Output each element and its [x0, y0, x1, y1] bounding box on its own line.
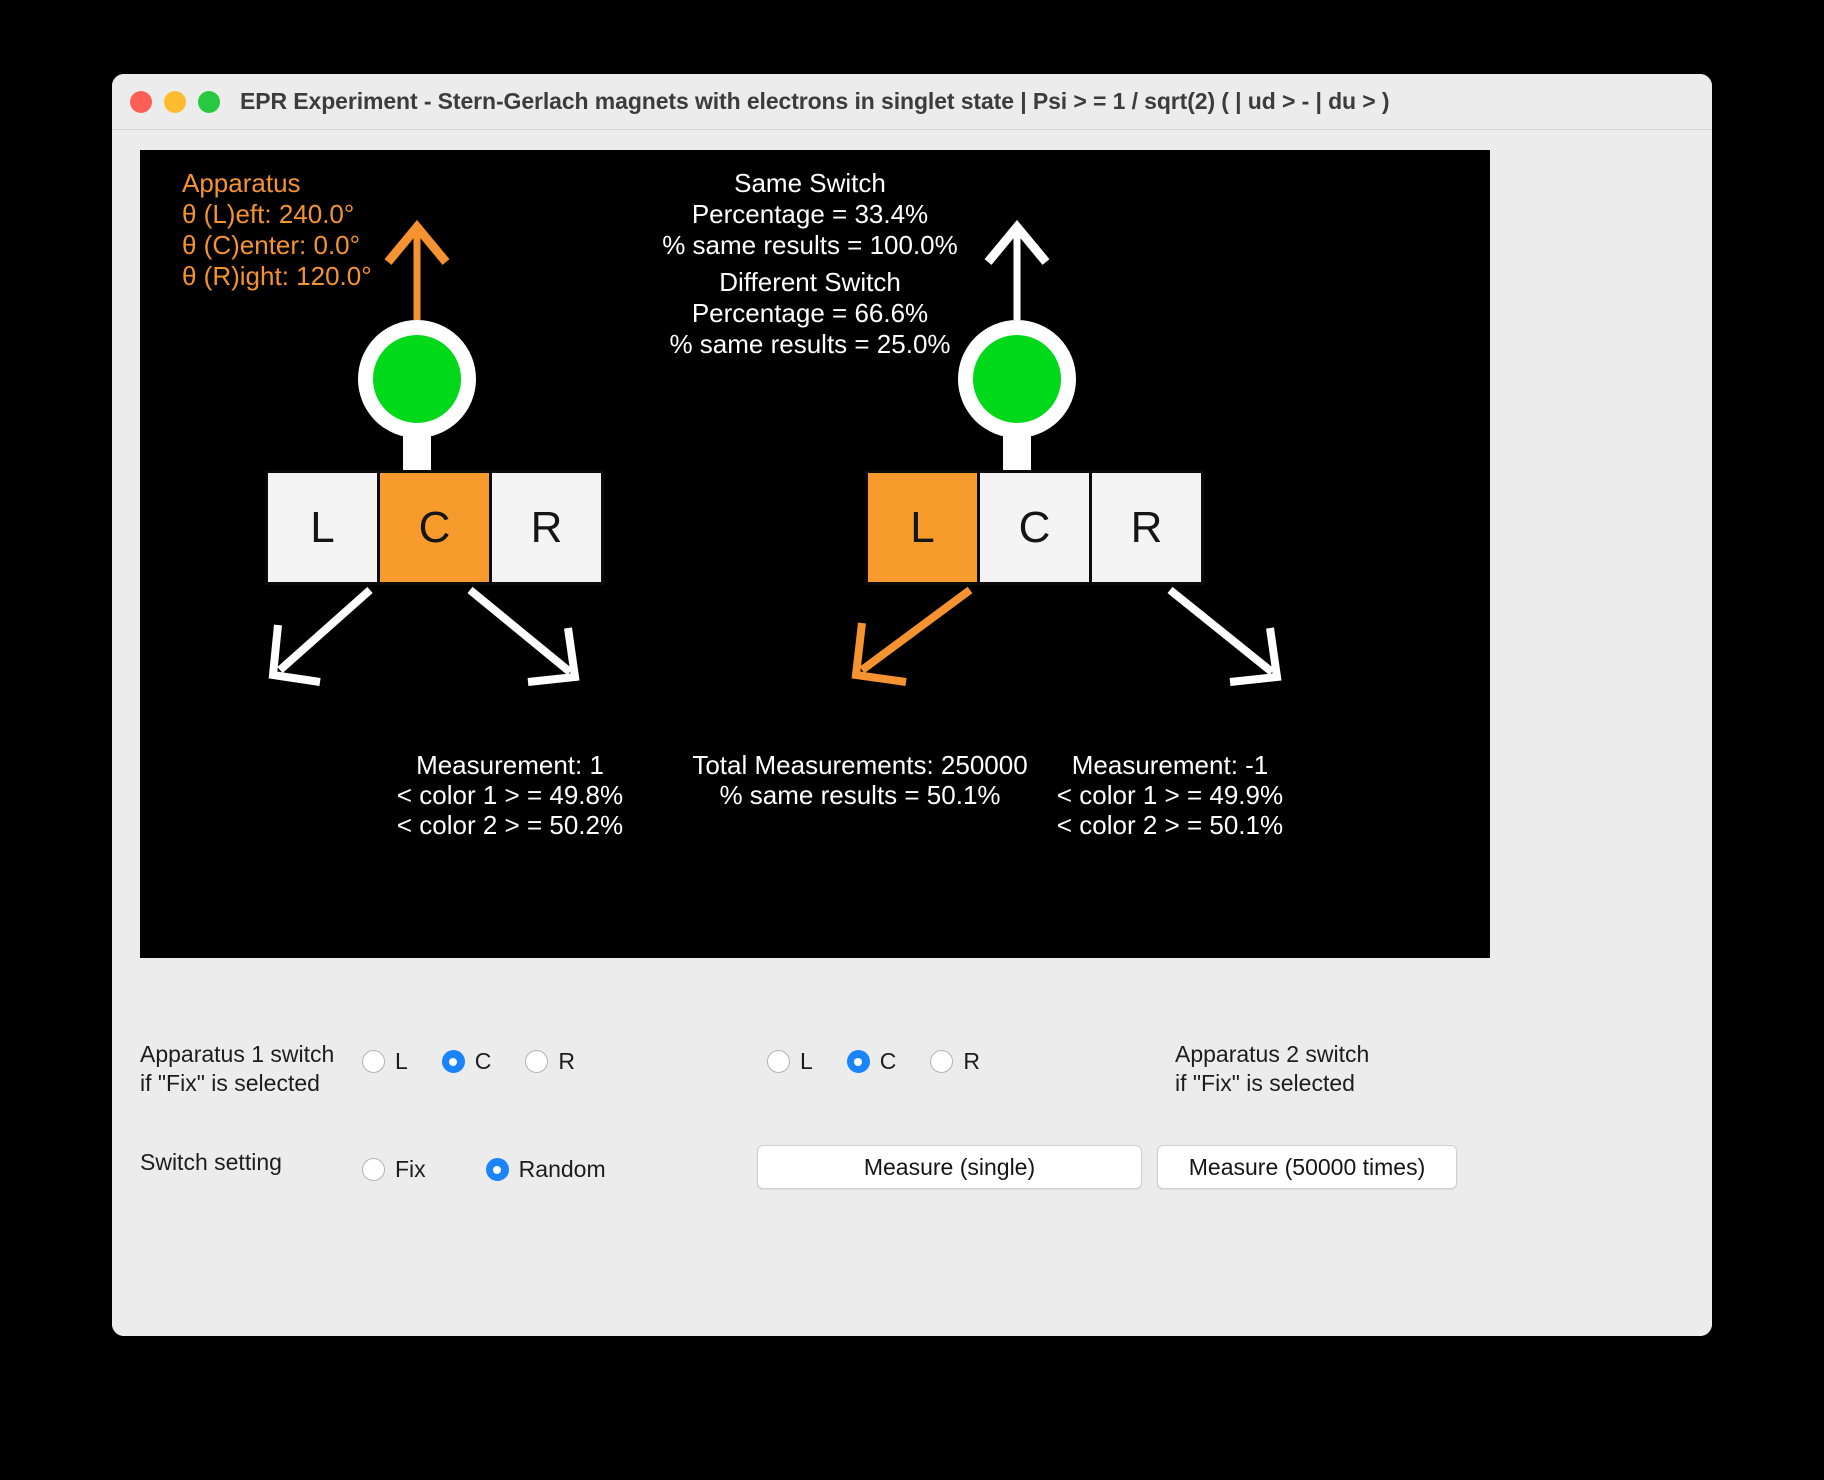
switch-setting-radio-group[interactable]: Fix Random	[362, 1156, 666, 1183]
apparatus-2-switch-bar: L C R	[865, 470, 1204, 585]
apparatus-1-radio-l[interactable]: L	[362, 1048, 408, 1075]
apparatus-1-down-left-arrow	[268, 587, 373, 686]
theta-left-value: θ (L)eft: 240.0°	[182, 199, 355, 229]
measurement-left-value: Measurement: 1	[416, 750, 604, 780]
apparatus-1-switch-label-line2: if "Fix" is selected	[140, 1070, 320, 1096]
measurement-right-color1: < color 1 > = 49.9%	[1056, 780, 1284, 810]
radio-icon[interactable]	[767, 1050, 790, 1073]
radio-icon[interactable]	[930, 1050, 954, 1073]
apparatus-2-radio-r-label: R	[963, 1048, 981, 1074]
theta-center-value: θ (C)enter: 0.0°	[182, 230, 361, 260]
switch-setting-radio-random-label: Random	[518, 1156, 606, 1182]
apparatus-1-switch-label-line1: Apparatus 1 switch	[140, 1041, 335, 1067]
app-window: EPR Experiment - Stern-Gerlach magnets w…	[112, 74, 1712, 1336]
apparatus-1-switch-c[interactable]: C	[377, 470, 492, 585]
minimize-window-button[interactable]	[164, 90, 186, 113]
apparatus-1-radio-group[interactable]: L C R	[362, 1048, 575, 1075]
apparatus-2-indicator-bulb	[958, 320, 1076, 438]
apparatus-2-switch-label-line2: if "Fix" is selected	[1175, 1070, 1355, 1096]
apparatus-1-radio-c[interactable]: C	[441, 1048, 492, 1075]
switch-setting-radio-fix[interactable]: Fix	[362, 1156, 426, 1183]
total-measurements: Total Measurements: 250000	[692, 750, 1028, 780]
different-switch-title: Different Switch	[719, 267, 901, 297]
apparatus-1-switch-label: Apparatus 1 switch if "Fix" is selected	[140, 1040, 334, 1098]
apparatus-2-radio-c-label: C	[879, 1048, 897, 1074]
apparatus-2-radio-l[interactable]: L	[767, 1048, 813, 1075]
measurement-right-value: Measurement: -1	[1071, 750, 1269, 780]
switch-setting-radio-random[interactable]: Random	[485, 1156, 606, 1183]
apparatus-1-indicator-bulb	[358, 320, 476, 438]
measurement-right-color2: < color 2 > = 50.1%	[1056, 810, 1284, 840]
apparatus-1-switch-l[interactable]: L	[265, 470, 380, 585]
apparatus-1-up-arrow	[384, 220, 450, 320]
title-bar: EPR Experiment - Stern-Gerlach magnets w…	[112, 74, 1712, 130]
apparatus-1-switch-bar: L C R	[265, 470, 604, 585]
apparatus-2-switch-label-line1: Apparatus 2 switch	[1175, 1041, 1370, 1067]
traffic-light-controls	[130, 90, 220, 113]
same-switch-same-results: % same results = 100.0%	[662, 230, 958, 260]
measurement-left-color1: < color 1 > = 49.8%	[396, 780, 624, 810]
radio-icon[interactable]	[362, 1050, 385, 1073]
same-switch-group: Same Switch Percentage = 33.4% % same re…	[560, 168, 1060, 261]
apparatus-2-radio-r[interactable]: R	[930, 1048, 980, 1075]
apparatus-2-switch-r[interactable]: R	[1089, 470, 1204, 585]
measurement-left-color2: < color 2 > = 50.2%	[396, 810, 624, 840]
apparatus-1-down-right-arrow	[467, 586, 580, 686]
controls-panel: Apparatus 1 switch if "Fix" is selected …	[112, 970, 1712, 1336]
measure-single-button[interactable]: Measure (single)	[757, 1145, 1142, 1189]
apparatus-2-switch-l[interactable]: L	[865, 470, 980, 585]
same-switch-title: Same Switch	[734, 168, 886, 198]
switch-setting-radio-fix-label: Fix	[395, 1156, 426, 1182]
apparatus-1-radio-r[interactable]: R	[525, 1048, 575, 1075]
apparatus-legend-title: Apparatus	[182, 168, 301, 198]
same-switch-percentage: Percentage = 33.4%	[691, 199, 929, 229]
apparatus-1-radio-c-label: C	[474, 1048, 492, 1074]
theta-right-value: θ (R)ight: 120.0°	[182, 261, 372, 291]
measure-many-button[interactable]: Measure (50000 times)	[1157, 1145, 1457, 1189]
apparatus-2-switch-c[interactable]: C	[977, 470, 1092, 585]
radio-icon[interactable]	[441, 1050, 465, 1073]
measurement-left-block: Measurement: 1 < color 1 > = 49.8% < col…	[340, 750, 680, 840]
apparatus-2-down-left-arrow	[851, 586, 973, 686]
close-window-button[interactable]	[130, 90, 152, 113]
switch-setting-label: Switch setting	[140, 1149, 282, 1175]
apparatus-2-switch-label: Apparatus 2 switch if "Fix" is selected	[1175, 1040, 1369, 1098]
apparatus-2-radio-group[interactable]: L C R	[767, 1048, 980, 1075]
radio-icon[interactable]	[525, 1050, 549, 1073]
maximize-window-button[interactable]	[198, 90, 220, 113]
apparatus-2-down-right-arrow	[1167, 586, 1282, 686]
apparatus-1-radio-l-label: L	[395, 1048, 408, 1074]
radio-icon[interactable]	[846, 1050, 870, 1073]
apparatus-1-switch-r[interactable]: R	[489, 470, 604, 585]
measurement-right-block: Measurement: -1 < color 1 > = 49.9% < co…	[1000, 750, 1340, 840]
window-title: EPR Experiment - Stern-Gerlach magnets w…	[240, 88, 1390, 114]
different-switch-percentage: Percentage = 66.6%	[691, 298, 929, 328]
simulation-canvas: Apparatus θ (L)eft: 240.0° θ (C)enter: 0…	[140, 150, 1490, 958]
total-same-results: % same results = 50.1%	[719, 780, 1001, 810]
radio-icon[interactable]	[362, 1158, 385, 1181]
radio-icon[interactable]	[485, 1158, 509, 1181]
measurement-center-block: Total Measurements: 250000 % same result…	[680, 750, 1040, 810]
apparatus-1-radio-r-label: R	[558, 1048, 576, 1074]
apparatus-2-radio-l-label: L	[800, 1048, 813, 1074]
apparatus-2-radio-c[interactable]: C	[846, 1048, 897, 1075]
apparatus-legend: Apparatus θ (L)eft: 240.0° θ (C)enter: 0…	[182, 168, 372, 292]
